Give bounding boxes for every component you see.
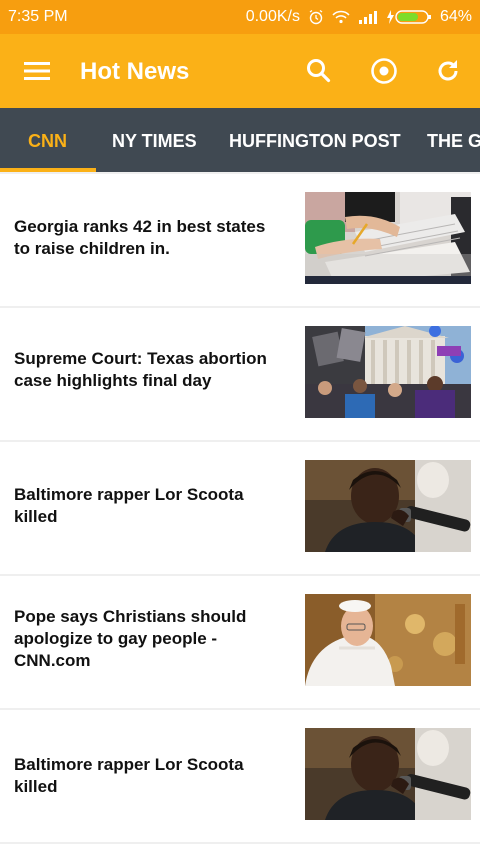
- status-bar: 7:35 PM 0.00K/s 64%: [0, 0, 480, 34]
- list-item[interactable]: [0, 844, 480, 854]
- status-indicators: 0.00K/s 64%: [246, 8, 472, 26]
- search-icon[interactable]: [302, 54, 336, 88]
- students-writing-photo: [305, 192, 471, 284]
- young-man-microphone-photo: [305, 728, 471, 820]
- pope-photo: [305, 594, 471, 686]
- app-bar: Hot News: [0, 34, 480, 108]
- article-headline: Baltimore rapper Lor Scoota killed: [14, 755, 244, 796]
- target-icon[interactable]: [367, 54, 401, 88]
- list-item[interactable]: Supreme Court: Texas abortion case highl…: [0, 308, 480, 440]
- app-title: Hot News: [80, 58, 190, 85]
- net-speed: 0.00K/s: [245, 8, 300, 25]
- supreme-court-protest-photo: [305, 326, 471, 418]
- cell-signal-icon: [358, 10, 378, 24]
- wifi-icon: [332, 10, 350, 24]
- battery-charging-icon: [386, 9, 432, 25]
- status-time: 7:35 PM: [8, 8, 68, 25]
- hamburger-menu-icon[interactable]: [24, 59, 50, 83]
- alarm-clock-icon: [308, 9, 324, 25]
- list-item[interactable]: Georgia ranks 42 in best states to raise…: [0, 174, 480, 306]
- list-item[interactable]: Pope says Christians should apologize to…: [0, 576, 480, 708]
- refresh-icon[interactable]: [431, 54, 465, 88]
- article-headline: Pope says Christians should apologize to…: [14, 607, 247, 670]
- article-headline: Baltimore rapper Lor Scoota killed: [14, 485, 244, 526]
- article-headline: Georgia ranks 42 in best states to raise…: [14, 217, 266, 258]
- active-tab-indicator: [0, 168, 96, 172]
- source-tabs: CNN NY TIMES HUFFINGTON POST THE G: [0, 108, 480, 172]
- article-headline: Supreme Court: Texas abortion case highl…: [14, 349, 267, 390]
- battery-percent: 64%: [439, 8, 472, 25]
- tab-huffington-post[interactable]: HUFFINGTON POST: [229, 108, 401, 172]
- tab-ny-times[interactable]: NY TIMES: [112, 108, 197, 172]
- tab-cnn[interactable]: CNN: [28, 108, 67, 172]
- list-item[interactable]: Baltimore rapper Lor Scoota killed: [0, 442, 480, 574]
- tab-the-g[interactable]: THE G: [427, 108, 480, 172]
- list-item[interactable]: Baltimore rapper Lor Scoota killed: [0, 710, 480, 842]
- young-man-microphone-photo: [305, 460, 471, 552]
